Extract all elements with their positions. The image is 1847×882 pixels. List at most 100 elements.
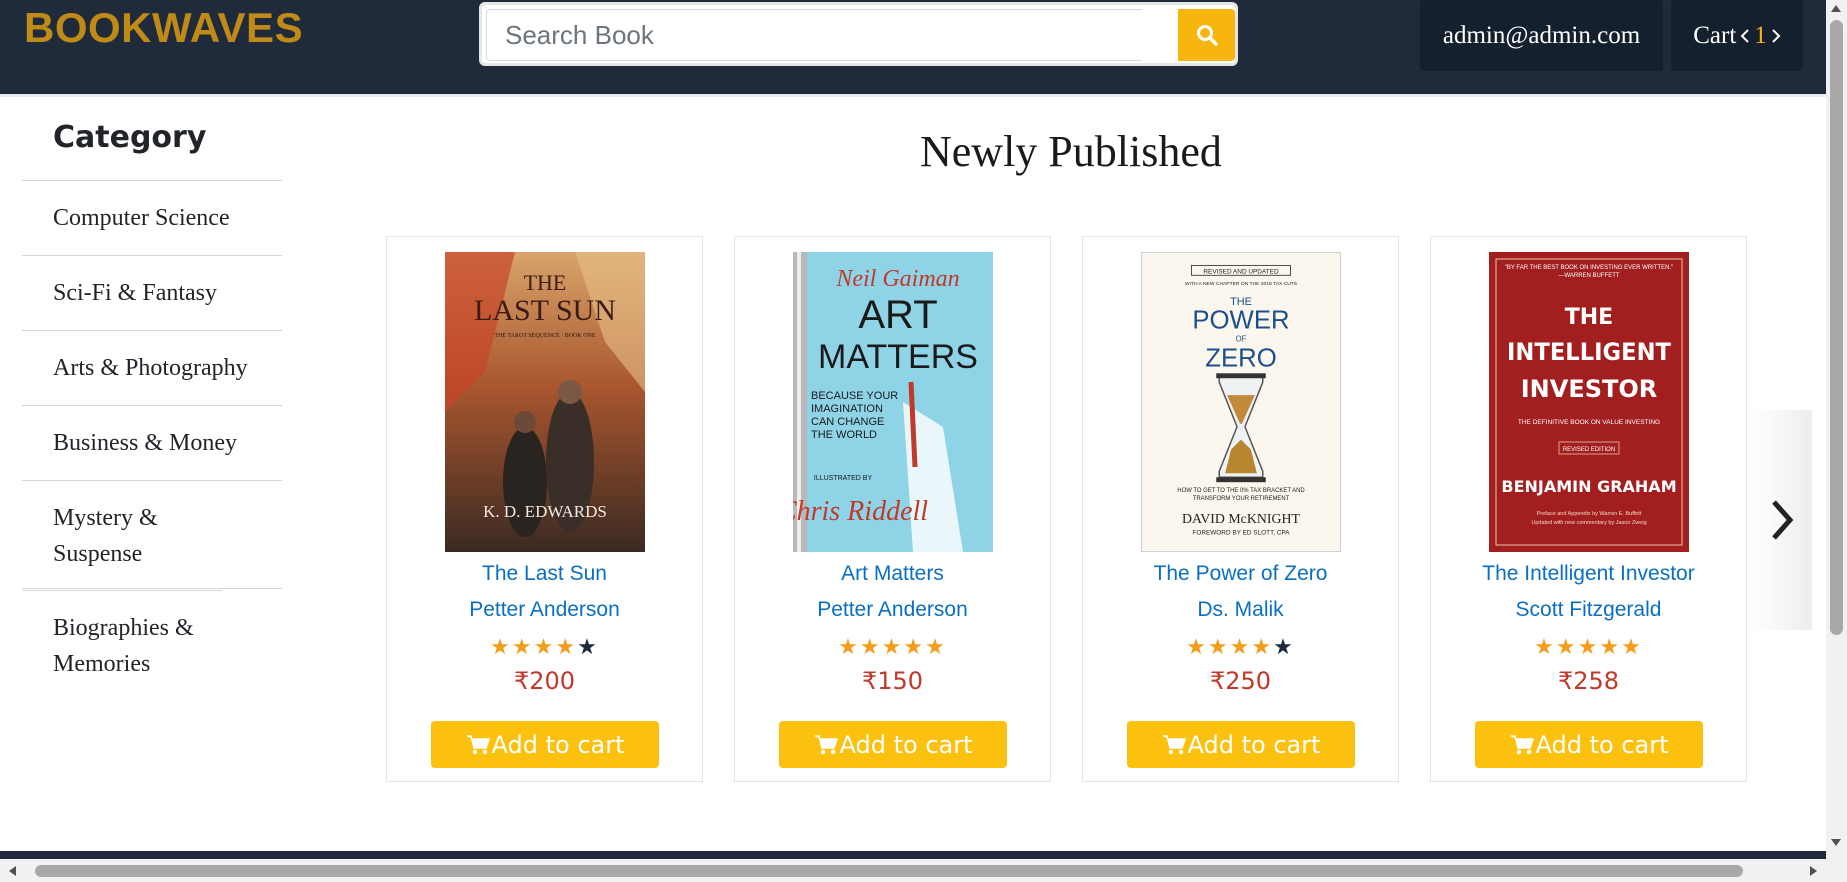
user-email: admin@admin.com — [1442, 21, 1641, 49]
star-icon: ★ — [1599, 634, 1622, 659]
category-item-biographies-memories[interactable]: Biographies & Memories — [22, 591, 222, 701]
star-icon: ★ — [490, 634, 512, 659]
book-price: ₹150 — [861, 667, 924, 695]
star-icon: ★ — [511, 634, 534, 659]
footer-band — [0, 851, 1826, 859]
brand-logo[interactable]: BOOKWAVES — [24, 4, 303, 52]
book-card: Neil Gaiman ART MATTERS BECAUSE YOUR IMA… — [734, 236, 1051, 782]
star-icon: ★ — [859, 634, 882, 659]
star-icon: ★ — [925, 634, 947, 659]
star-empty-icon: ★ — [1273, 634, 1295, 659]
cover-note2: Updated with new commentary by Jason Zwe… — [1531, 520, 1646, 526]
cover-note: Preface and Appendix by Warren E. Buffet… — [1537, 511, 1642, 517]
add-to-cart-label: Add to cart — [491, 730, 625, 759]
star-icon: ★ — [555, 634, 578, 659]
add-to-cart-label: Add to cart — [1187, 730, 1321, 759]
cart-count: 1 — [1754, 21, 1767, 49]
book-cover[interactable]: Neil Gaiman ART MATTERS BECAUSE YOUR IMA… — [793, 252, 993, 552]
book-cover[interactable]: THE LAST SUN THE TAROT SEQUENCE · BOOK O… — [445, 252, 645, 552]
cart-button[interactable]: Cart 1 — [1671, 0, 1803, 71]
section-title: Newly Published — [920, 127, 1222, 176]
cover-author: BENJAMIN GRAHAM — [1501, 477, 1676, 496]
book-author-link[interactable]: Petter Anderson — [735, 598, 1050, 622]
cover-subtitle: BECAUSE YOUR IMAGINATION CAN CHANGE THE … — [811, 390, 899, 441]
cover-title-line4: ZERO — [1205, 344, 1277, 372]
book-card: "BY FAR THE BEST BOOK ON INVESTING EVER … — [1430, 236, 1747, 782]
vertical-scrollbar-thumb[interactable] — [1830, 20, 1843, 635]
book-card: THE LAST SUN THE TAROT SEQUENCE · BOOK O… — [386, 236, 703, 782]
rating-stars: ★★★★★ — [1083, 634, 1398, 660]
cover-title-line2: LAST SUN — [474, 294, 616, 327]
cover-subtitle: THE DEFINITIVE BOOK ON VALUE INVESTING — [1518, 419, 1660, 426]
category-item-mystery-suspense[interactable]: Mystery & Suspense — [22, 481, 222, 591]
cover-illustrated-by: ILLUSTRATED BY — [814, 475, 873, 482]
sidebar-divider — [22, 588, 282, 589]
cover-foreword: FOREWORD BY ED SLOTT, CPA — [1192, 530, 1290, 537]
book-cover[interactable]: REVISED AND UPDATED WITH A NEW CHAPTER O… — [1141, 252, 1341, 552]
category-item-business-money[interactable]: Business & Money — [22, 406, 282, 481]
chevron-right-icon — [1772, 28, 1781, 43]
book-title-link[interactable]: Art Matters — [735, 562, 1050, 586]
cover-author: K. D. EDWARDS — [483, 502, 607, 521]
cover-author: DAVID McKNIGHT — [1182, 511, 1300, 526]
book-price: ₹200 — [513, 667, 576, 695]
rating-stars: ★★★★★ — [387, 634, 702, 660]
scroll-down-arrow-icon[interactable] — [1830, 837, 1842, 847]
carousel-next-button[interactable] — [1752, 410, 1812, 630]
cover-title-line1: ART — [858, 293, 937, 337]
horizontal-scrollbar-thumb[interactable] — [35, 865, 1743, 877]
cover-subtitle: HOW TO GET TO THE 0% TAX BRACKET AND TRA… — [1177, 488, 1305, 502]
star-icon: ★ — [903, 634, 926, 659]
category-item-arts-photography[interactable]: Arts & Photography — [22, 331, 282, 406]
star-icon: ★ — [881, 634, 904, 659]
scroll-left-arrow-icon[interactable] — [8, 865, 18, 877]
rating-stars: ★★★★★ — [735, 634, 1050, 660]
category-heading: Category — [22, 96, 282, 181]
cover-title-line3: INVESTOR — [1521, 375, 1658, 403]
star-icon: ★ — [1186, 634, 1208, 659]
cart-icon — [1162, 734, 1186, 754]
star-empty-icon: ★ — [577, 634, 599, 659]
user-account-button[interactable]: admin@admin.com — [1420, 0, 1663, 71]
star-icon: ★ — [533, 634, 556, 659]
search-button[interactable] — [1178, 9, 1235, 61]
add-to-cart-label: Add to cart — [839, 730, 973, 759]
star-icon: ★ — [1555, 634, 1578, 659]
book-title-link[interactable]: The Power of Zero — [1083, 562, 1398, 586]
book-price: ₹250 — [1209, 667, 1272, 695]
book-author-link[interactable]: Scott Fitzgerald — [1431, 598, 1746, 622]
book-title-link[interactable]: The Last Sun — [387, 562, 702, 586]
star-icon: ★ — [838, 634, 860, 659]
cart-icon — [814, 734, 838, 754]
cart-icon — [1510, 734, 1534, 754]
scroll-up-arrow-icon[interactable] — [1830, 4, 1842, 14]
star-icon: ★ — [1251, 634, 1274, 659]
add-to-cart-button[interactable]: Add to cart — [431, 721, 659, 768]
book-cover[interactable]: "BY FAR THE BEST BOOK ON INVESTING EVER … — [1489, 252, 1689, 552]
book-author-link[interactable]: Ds. Malik — [1083, 598, 1398, 622]
search-input[interactable] — [486, 9, 1142, 61]
add-to-cart-button[interactable]: Add to cart — [779, 721, 1007, 768]
add-to-cart-button[interactable]: Add to cart — [1475, 721, 1703, 768]
cover-quote: "BY FAR THE BEST BOOK ON INVESTING EVER … — [1504, 265, 1674, 279]
top-navbar: BOOKWAVES admin@admin.com Cart 1 — [0, 0, 1826, 97]
cart-label: Cart — [1693, 21, 1737, 49]
book-author-link[interactable]: Petter Anderson — [387, 598, 702, 622]
cover-illustrator: Chris Riddell — [793, 496, 928, 527]
cover-edition: REVISED EDITION — [1563, 447, 1615, 453]
category-sidebar: Category Computer Science Sci-Fi & Fanta… — [22, 96, 282, 701]
cart-icon — [466, 734, 490, 754]
scroll-right-arrow-icon[interactable] — [1808, 865, 1818, 877]
cover-title-line1: THE — [524, 270, 567, 295]
add-to-cart-button[interactable]: Add to cart — [1127, 721, 1355, 768]
rating-stars: ★★★★★ — [1431, 634, 1746, 660]
book-card: REVISED AND UPDATED WITH A NEW CHAPTER O… — [1082, 236, 1399, 782]
add-to-cart-label: Add to cart — [1535, 730, 1669, 759]
category-item-scifi-fantasy[interactable]: Sci-Fi & Fantasy — [22, 256, 282, 331]
cover-title-line2: INTELLIGENT — [1507, 338, 1672, 366]
book-price: ₹258 — [1557, 667, 1620, 695]
category-item-computer-science[interactable]: Computer Science — [22, 181, 282, 256]
cover-title-line1: THE — [1565, 305, 1613, 330]
book-title-link[interactable]: The Intelligent Investor — [1431, 562, 1746, 586]
star-icon: ★ — [1207, 634, 1230, 659]
